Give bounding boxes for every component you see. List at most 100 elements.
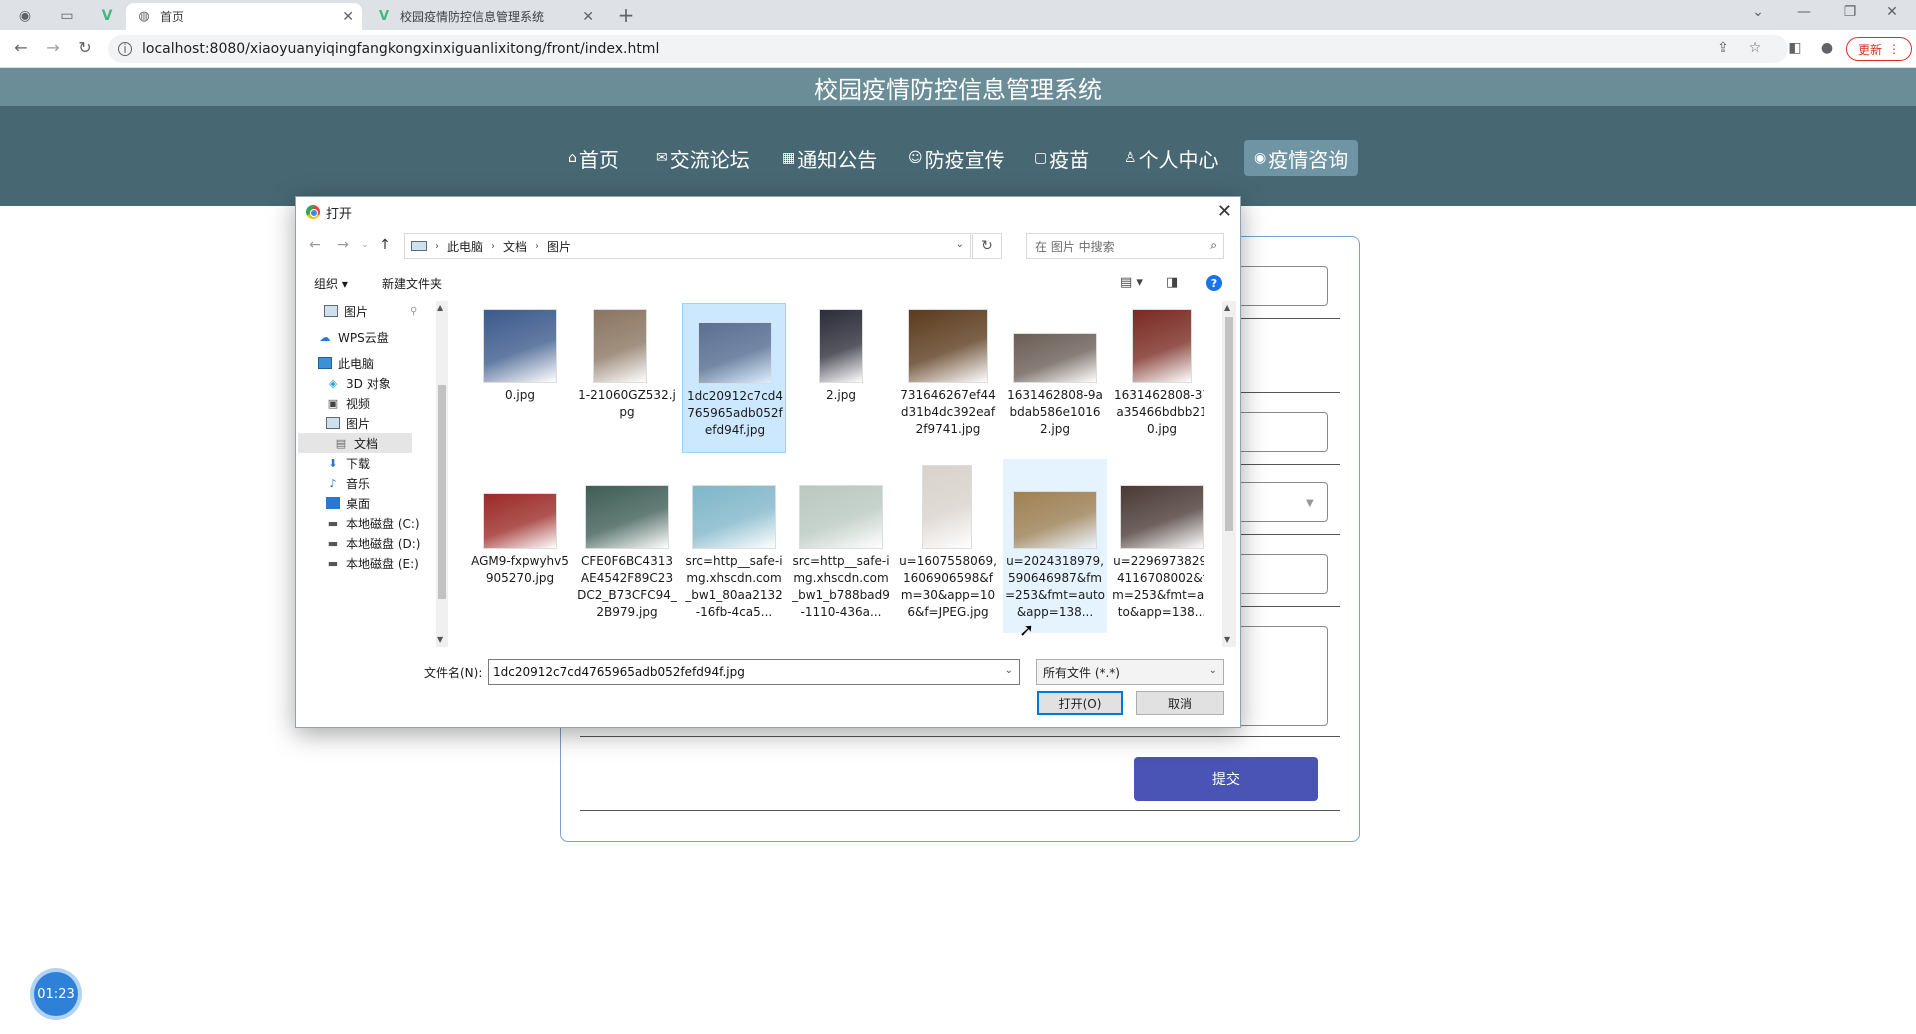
file-item-hover[interactable]: u=2024318979,590646987&fm=253&fmt=auto&a… <box>1003 459 1107 633</box>
tree-item-3d[interactable]: ◈ 3D 对象 <box>326 373 391 393</box>
info-icon[interactable]: i <box>118 42 132 56</box>
url-field[interactable]: i localhost:8080/xiaoyuanyiqingfangkongx… <box>108 35 1788 63</box>
sidepanel-icon[interactable]: ◧ <box>1784 40 1806 56</box>
more-icon: ⋮ <box>1888 42 1900 56</box>
file-item[interactable]: 731646267ef44d31b4dc392eaf2f9741.jpg <box>896 303 1000 467</box>
update-label: 更新 <box>1857 42 1882 57</box>
update-button[interactable]: 更新 ⋮ <box>1846 37 1912 61</box>
open-button[interactable]: 打开(O) <box>1037 691 1123 715</box>
nav-notice[interactable]: ▦ 通知公告 <box>776 140 883 176</box>
view-options-icon[interactable]: ▤ ▾ <box>1120 275 1143 290</box>
help-icon[interactable]: ? <box>1206 275 1222 291</box>
site-title: 校园疫情防控信息管理系统 <box>0 68 1916 106</box>
nav-profile[interactable]: ♙ 个人中心 <box>1118 140 1225 176</box>
reload-button[interactable]: ↻ <box>74 38 96 57</box>
grid-scrollbar[interactable]: ▲ ▼ <box>1222 301 1236 647</box>
breadcrumb-item[interactable]: 此电脑 <box>447 238 483 255</box>
file-item[interactable]: src=http__safe-img.xhscdn.com_bw1_b788ba… <box>789 469 893 633</box>
recent-dropdown-icon[interactable]: ⌄ <box>356 240 374 250</box>
file-item[interactable]: src=http__safe-img.xhscdn.com_bw1_80aa21… <box>682 469 786 633</box>
nav-forum[interactable]: ✉ 交流论坛 <box>650 140 756 176</box>
nav-consult[interactable]: ◉ 疫情咨询 <box>1244 140 1359 176</box>
tree-item-music[interactable]: ♪ 音乐 <box>326 473 370 493</box>
tab-system[interactable]: V 校园疫情防控信息管理系统 ✕ <box>366 3 602 30</box>
tree-item-documents[interactable]: ▤ 文档 <box>298 433 412 453</box>
github-tab-icon[interactable]: ◉ <box>10 4 40 28</box>
chevron-down-icon[interactable]: ⌄ <box>1005 665 1013 676</box>
chevron-down-icon[interactable]: ⌄ <box>956 239 964 250</box>
minimize-button[interactable]: — <box>1784 4 1824 20</box>
nav-home[interactable]: ⌂ 首页 <box>562 140 625 176</box>
new-tab-button[interactable]: + <box>612 3 640 27</box>
file-item[interactable]: CFE0F6BC4313AE4542F89C23DC2_B73CFC94_2B9… <box>575 469 679 633</box>
file-name: 2.jpg <box>825 388 857 402</box>
breadcrumb-item[interactable]: 图片 <box>547 238 571 255</box>
share-icon[interactable]: ⇪ <box>1712 40 1734 56</box>
tree-item-downloads[interactable]: ⬇ 下载 <box>326 453 370 473</box>
nav-publicity[interactable]: ☺ 防疫宣传 <box>902 140 1011 176</box>
file-item[interactable]: u=1607558069,1606906598&fm=30&app=106&f=… <box>896 465 1000 633</box>
star-icon[interactable]: ☆ <box>1744 40 1766 56</box>
file-name: src=http__safe-img.xhscdn.com_bw1_b788ba… <box>792 554 890 619</box>
smile-icon: ☺ <box>908 150 923 166</box>
forward-arrow-icon[interactable]: → <box>334 237 352 253</box>
tree-item-disk-e[interactable]: ▬ 本地磁盘 (E:) <box>326 553 419 573</box>
submit-button[interactable]: 提交 <box>1134 757 1318 801</box>
vue-tab-icon[interactable]: V <box>92 4 122 28</box>
chevron-down-icon[interactable]: ⌄ <box>1738 4 1778 20</box>
filetype-select[interactable]: 所有文件 (*.*) ⌄ <box>1036 659 1224 685</box>
back-arrow-icon[interactable]: ← <box>306 237 324 253</box>
scroll-up-icon[interactable]: ▲ <box>437 303 443 312</box>
tab-home[interactable]: ◍ 首页 ✕ <box>126 3 362 30</box>
filename-input[interactable]: 1dc20912c7cd4765965adb052fefd94f.jpg ⌄ <box>488 659 1020 685</box>
blank-tab-icon[interactable]: ▭ <box>52 4 82 28</box>
tree-item-disk-d[interactable]: ▬ 本地磁盘 (D:) <box>326 533 421 553</box>
close-window-button[interactable]: ✕ <box>1872 4 1912 20</box>
breadcrumb[interactable]: › 此电脑 › 文档 › 图片 ⌄ <box>404 233 971 259</box>
new-folder-button[interactable]: 新建文件夹 <box>382 275 442 292</box>
tree-item-pictures-quick[interactable]: 图片 ⚲ <box>324 301 417 321</box>
restore-button[interactable]: ❐ <box>1830 4 1870 20</box>
scrollbar-thumb[interactable] <box>1225 317 1233 531</box>
profile-icon[interactable]: ● <box>1816 40 1838 56</box>
pictures-icon <box>324 305 338 317</box>
file-item[interactable]: AGM9-fxpwyhv5905270.jpg <box>468 469 572 633</box>
tree-item-pictures[interactable]: 图片 <box>326 413 370 433</box>
file-item[interactable]: 0.jpg <box>468 303 572 467</box>
cancel-button[interactable]: 取消 <box>1136 691 1224 715</box>
file-name: 1dc20912c7cd4765965adb052fefd94f.jpg <box>686 389 784 437</box>
organize-button[interactable]: 组织 ▾ <box>314 275 348 292</box>
file-name: AGM9-fxpwyhv5905270.jpg <box>471 554 569 585</box>
close-icon[interactable]: ✕ <box>1217 201 1232 222</box>
scrollbar-thumb[interactable] <box>438 385 446 599</box>
file-item-selected[interactable]: 1dc20912c7cd4765965adb052fefd94f.jpg <box>682 303 786 453</box>
file-item[interactable]: 1631462808-37a35466bdbb210.jpg <box>1110 303 1204 467</box>
nav-vaccine[interactable]: ▢ 疫苗 <box>1028 140 1095 176</box>
file-item[interactable]: 2.jpg <box>789 303 893 467</box>
thumbnail-image <box>1013 491 1097 549</box>
preview-pane-icon[interactable]: ◨ <box>1166 275 1178 290</box>
cloud-icon: ☁ <box>319 330 331 344</box>
tree-item-desktop[interactable]: 桌面 <box>326 493 370 513</box>
home-icon: ⌂ <box>568 150 577 166</box>
tree-item-disk-c[interactable]: ▬ 本地磁盘 (C:) <box>326 513 420 533</box>
search-input[interactable]: 在 图片 中搜索 ⌕ <box>1026 233 1224 259</box>
refresh-button[interactable]: ↻ <box>972 233 1002 259</box>
tree-item-this-pc[interactable]: 此电脑 <box>318 353 374 373</box>
scroll-up-icon[interactable]: ▲ <box>1224 303 1230 312</box>
scroll-down-icon[interactable]: ▼ <box>437 635 443 644</box>
file-item[interactable]: 1-21060GZ532.jpg <box>575 303 679 467</box>
breadcrumb-item[interactable]: 文档 <box>503 238 527 255</box>
scroll-down-icon[interactable]: ▼ <box>1224 635 1230 644</box>
file-item[interactable]: u=2296973829,4116708002&fm=253&fmt=auto&… <box>1110 469 1204 633</box>
file-item[interactable]: 1631462808-9abdab586e10162.jpg <box>1003 303 1107 467</box>
close-icon[interactable]: ✕ <box>582 9 594 25</box>
back-button[interactable]: ← <box>10 38 32 57</box>
tree-item-video[interactable]: ▣ 视频 <box>326 393 370 413</box>
close-icon[interactable]: ✕ <box>342 9 354 25</box>
up-arrow-icon[interactable]: ↑ <box>376 237 394 253</box>
timer-badge[interactable]: 01:23 <box>34 972 78 1016</box>
tree-item-wps[interactable]: ☁ WPS云盘 <box>318 327 389 347</box>
tree-scrollbar[interactable]: ▲ ▼ <box>436 301 448 647</box>
forward-button[interactable]: → <box>42 38 64 57</box>
